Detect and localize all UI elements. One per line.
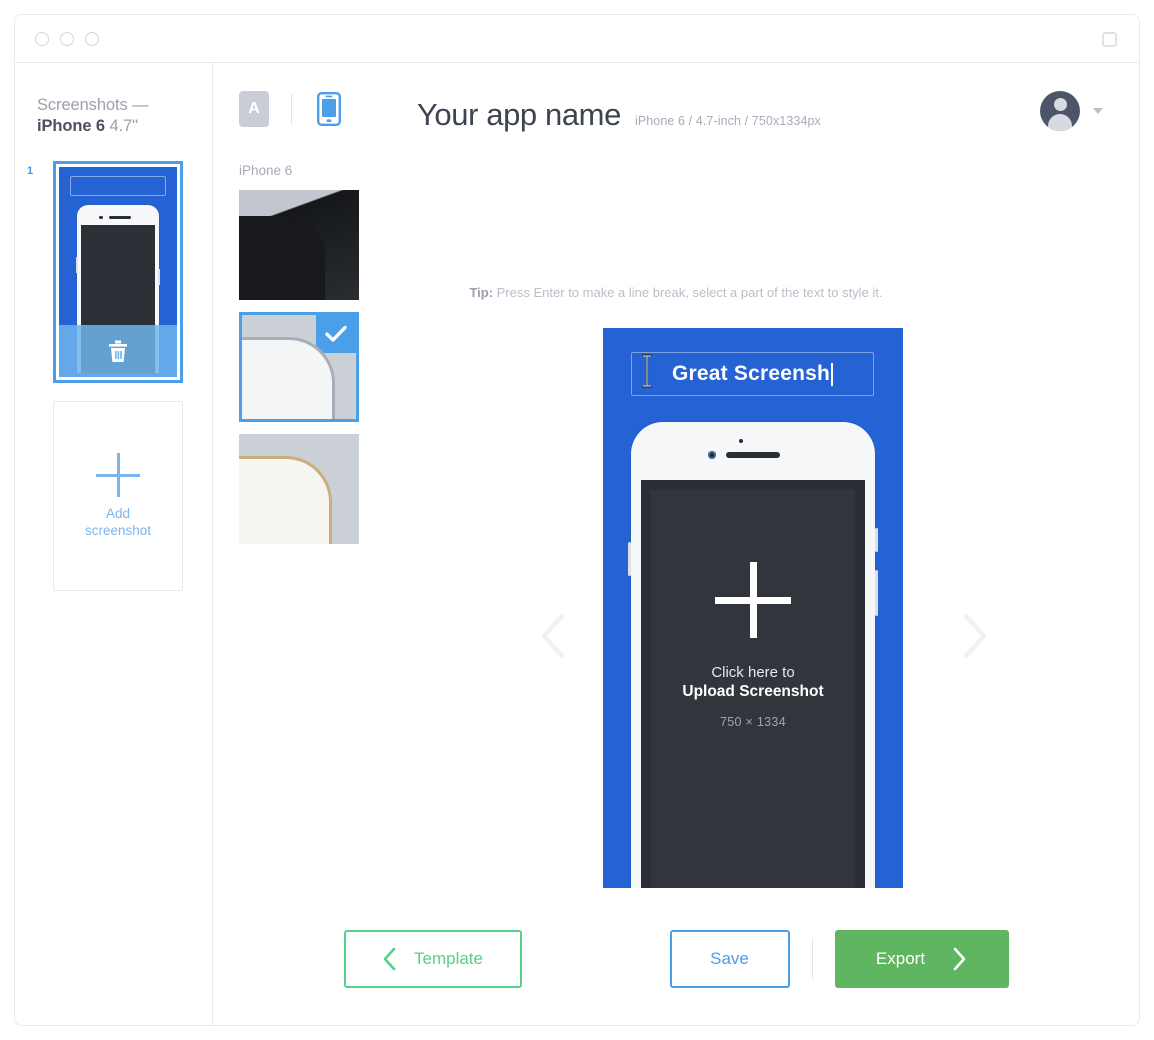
canvas-background[interactable]: Great Screensh Click here to Upload Scre… <box>603 328 903 888</box>
screenshot-index-label: 1 <box>27 165 34 177</box>
chevron-left-icon[interactable] <box>535 608 575 664</box>
check-icon <box>316 315 356 353</box>
footer-actions: Template Save Export <box>213 930 1139 988</box>
thumbnail-phone-button-left <box>76 257 78 273</box>
app-subtitle: iPhone 6 / 4.7-inch / 750x1334px <box>634 114 821 128</box>
plus-icon <box>96 453 140 497</box>
device-phone-icon[interactable] <box>314 91 344 127</box>
device-swatch-silver[interactable] <box>239 312 359 422</box>
device-swatch-black[interactable] <box>239 190 359 300</box>
window-dot-minimize[interactable] <box>60 32 74 46</box>
tip-prefix: Tip: <box>469 285 494 300</box>
text-tool-icon[interactable]: A <box>239 91 269 127</box>
editor-toolbar: A <box>239 91 344 127</box>
chevron-right-icon[interactable] <box>953 608 993 664</box>
window-controls <box>35 32 99 46</box>
upload-label-line1: Click here to <box>711 664 795 681</box>
window-dot-close[interactable] <box>35 32 49 46</box>
side-button-right <box>875 570 878 616</box>
screenshot-canvas: Great Screensh Click here to Upload Scre… <box>603 328 903 888</box>
delete-screenshot-button[interactable] <box>59 325 177 377</box>
add-screenshot-label-line2: screenshot <box>84 523 152 538</box>
power-button-right <box>875 528 878 552</box>
device-color-panel: iPhone 6 <box>239 163 363 556</box>
window-dot-zoom[interactable] <box>85 32 99 46</box>
add-screenshot-button[interactable]: Add screenshot <box>53 401 183 591</box>
save-button[interactable]: Save <box>669 930 790 988</box>
maximize-square-icon[interactable] <box>1102 32 1117 47</box>
thumbnail-phone-button-right <box>158 269 160 285</box>
text-caret <box>831 362 834 386</box>
device-panel-label: iPhone 6 <box>239 163 293 178</box>
export-button-label: Export <box>875 949 926 968</box>
screenshot-list: 1 Add screenshot <box>15 161 212 591</box>
title-bar <box>15 15 1139 63</box>
user-avatar-icon <box>1040 91 1080 131</box>
caption-text-value: Great Screensh <box>671 362 831 385</box>
device-mockup: Click here to Upload Screenshot 750 × 13… <box>628 422 878 888</box>
toolbar-divider <box>291 94 292 124</box>
volume-button-left <box>628 542 631 576</box>
app-window: Screenshots — iPhone 6 4.7" 1 Add screen… <box>14 14 1140 1026</box>
account-menu[interactable] <box>1040 91 1103 131</box>
trash-icon <box>109 340 127 362</box>
device-swatch-gold[interactable] <box>239 434 359 544</box>
editor-tip: Tip: Press Enter to make a line break, s… <box>213 285 1139 300</box>
plus-icon <box>715 562 791 638</box>
sidebar-title: Screenshots — iPhone 6 4.7" <box>15 95 212 137</box>
screenshot-thumbnail-1[interactable] <box>53 161 183 383</box>
thumbnail-caption-box <box>70 176 166 196</box>
sidebar: Screenshots — iPhone 6 4.7" 1 Add screen… <box>15 63 213 1025</box>
front-camera <box>708 451 716 459</box>
device-screen: Click here to Upload Screenshot 750 × 13… <box>641 480 865 888</box>
save-button-label: Save <box>710 949 749 968</box>
export-button[interactable]: Export <box>834 930 1009 988</box>
chevron-left-icon <box>383 947 396 971</box>
chevron-down-icon <box>1093 108 1103 114</box>
main-panel: A Your app name iPhone 6 / 4.7-inch / 75… <box>213 63 1139 1025</box>
sidebar-title-line1: Screenshots — <box>37 96 149 114</box>
header-title-group: Your app name iPhone 6 / 4.7-inch / 750x… <box>417 97 821 133</box>
tip-text: Press Enter to make a line break, select… <box>493 285 883 300</box>
upload-screenshot-dropzone[interactable]: Click here to Upload Screenshot 750 × 13… <box>651 490 855 888</box>
text-ibeam-cursor <box>642 354 652 388</box>
sidebar-device-size: 4.7" <box>109 117 138 135</box>
caption-text-field[interactable]: Great Screensh <box>631 352 874 396</box>
upload-dimensions: 750 × 1334 <box>720 715 786 729</box>
proximity-sensor <box>739 439 743 443</box>
app-title[interactable]: Your app name <box>417 97 621 133</box>
upload-label-line2: Upload Screenshot <box>682 683 824 700</box>
add-screenshot-label-line1: Add <box>105 506 130 521</box>
thumbnail-preview <box>59 167 177 377</box>
template-button-label: Template <box>414 949 483 968</box>
footer-divider <box>811 938 813 980</box>
sidebar-device-name: iPhone 6 <box>37 117 105 135</box>
template-button[interactable]: Template <box>343 930 522 988</box>
chevron-right-icon <box>953 947 966 971</box>
earpiece-speaker <box>726 452 780 458</box>
